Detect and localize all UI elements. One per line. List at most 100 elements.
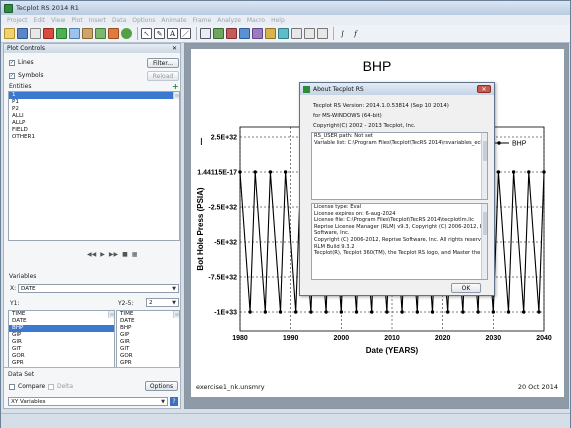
scrollbar-thumb[interactable] (483, 141, 487, 161)
y1-variable-item[interactable]: GOR (9, 353, 114, 360)
save-icon[interactable] (17, 28, 28, 39)
series-point-bhp[interactable] (430, 310, 435, 314)
lines-checkbox[interactable]: ✓ (9, 59, 15, 66)
y25-count-select[interactable]: 2 ▼ (146, 298, 179, 307)
y25-variable-item[interactable]: GIP (117, 332, 179, 339)
entity-item[interactable]: 1 (9, 92, 179, 99)
scrollbar-thumb[interactable] (110, 313, 114, 316)
entity-item[interactable]: FIELD (9, 127, 179, 134)
y25-variable-item[interactable]: GIR (117, 339, 179, 346)
grid-plot-icon[interactable] (239, 28, 250, 39)
series-point-bhp[interactable] (283, 170, 288, 174)
series-point-bhp[interactable] (446, 310, 450, 314)
series-point-bhp[interactable] (309, 310, 313, 314)
y25-variable-item[interactable]: BHP (117, 325, 179, 332)
scrollbar-thumb[interactable] (175, 313, 179, 316)
open-folder-icon[interactable] (4, 28, 15, 39)
ok-button[interactable]: OK (451, 283, 481, 293)
line-tool-icon[interactable]: ／ (180, 28, 191, 39)
layout-icon[interactable] (304, 28, 315, 39)
bar-chart-icon[interactable] (265, 28, 276, 39)
menu-item-help[interactable]: Help (271, 17, 285, 24)
series-point-bhp[interactable] (385, 310, 389, 314)
y1-variable-item[interactable]: GIP (9, 332, 114, 339)
3d-plot-icon[interactable] (278, 28, 289, 39)
ternary-plot-icon[interactable] (252, 28, 263, 39)
compare-checkbox[interactable] (9, 383, 15, 390)
menu-item-analyze[interactable]: Analyze (217, 17, 241, 24)
scrollbar-thumb[interactable] (175, 94, 179, 97)
series-point-bhp[interactable] (238, 170, 242, 174)
y1-variable-item[interactable]: DATE (9, 318, 114, 325)
y1-variable-item[interactable]: GIT (9, 346, 114, 353)
scrollbar[interactable] (108, 311, 114, 318)
scrollbar-thumb[interactable] (483, 212, 487, 235)
symbols-checkbox[interactable]: ✓ (9, 72, 15, 79)
y25-variable-item[interactable]: GIT (117, 346, 179, 353)
refresh-icon[interactable] (56, 28, 67, 39)
pen-icon[interactable]: ✎ (154, 28, 165, 39)
series-point-bhp[interactable] (263, 310, 267, 314)
series-point-bhp[interactable] (496, 170, 501, 174)
y25-variable-item[interactable]: GPR (117, 360, 179, 367)
filter-button[interactable]: Filter... (147, 58, 179, 68)
menu-item-project[interactable]: Project (7, 17, 28, 24)
translate-icon[interactable] (82, 28, 93, 39)
play-icon[interactable]: ▶ (100, 251, 105, 258)
close-icon[interactable]: ✕ (172, 45, 177, 52)
y25-variable-item[interactable]: DATE (117, 318, 179, 325)
zoom-icon[interactable] (69, 28, 80, 39)
entity-item[interactable]: OTHER1 (9, 134, 179, 141)
delta-checkbox[interactable] (48, 383, 54, 390)
export-icon[interactable]: ▦ (132, 251, 138, 258)
y25-variable-item[interactable]: TIME (117, 311, 179, 318)
add-icon[interactable]: + (172, 82, 179, 91)
scrollbar[interactable] (173, 92, 179, 99)
series-point-bhp[interactable] (506, 310, 511, 314)
menu-item-animate[interactable]: Animate (161, 17, 186, 24)
series-point-bhp[interactable] (294, 310, 298, 314)
options-button[interactable]: Options (145, 381, 178, 391)
series-point-bhp[interactable] (354, 310, 359, 314)
xy-plot-icon[interactable] (213, 28, 224, 39)
entity-item[interactable]: ALLP (9, 120, 179, 127)
mode-select[interactable]: XY Variables ▼ (8, 397, 168, 406)
table-icon[interactable] (291, 28, 302, 39)
frame-icon[interactable] (200, 28, 211, 39)
series-point-bhp[interactable] (253, 170, 257, 174)
series-point-bhp[interactable] (278, 310, 283, 314)
y1-variable-item[interactable]: BHP (9, 325, 114, 332)
menu-item-edit[interactable]: Edit (34, 17, 46, 24)
print-icon[interactable] (30, 28, 41, 39)
entity-item[interactable]: P2 (9, 106, 179, 113)
series-point-bhp[interactable] (268, 170, 273, 174)
series-point-bhp[interactable] (324, 310, 328, 314)
reload-button[interactable]: Reload (147, 71, 179, 81)
series-point-bhp[interactable] (339, 310, 343, 314)
menu-item-data[interactable]: Data (112, 17, 126, 24)
series-point-bhp[interactable] (537, 310, 541, 314)
series-point-bhp[interactable] (522, 310, 526, 314)
scrollbar[interactable] (481, 204, 487, 279)
scrollbar[interactable] (173, 311, 179, 318)
settings-icon[interactable] (317, 28, 328, 39)
select-pointer-icon[interactable]: ↖ (141, 28, 152, 39)
stop-icon[interactable]: ■ (122, 251, 128, 258)
entity-item[interactable]: ALLI (9, 113, 179, 120)
scrollbar[interactable] (481, 133, 487, 199)
y1-variable-item[interactable]: TIME (9, 311, 114, 318)
menu-item-options[interactable]: Options (132, 17, 155, 24)
play-icon[interactable] (121, 28, 132, 39)
entity-item[interactable]: P1 (9, 99, 179, 106)
menu-item-macro[interactable]: Macro (247, 17, 265, 24)
integral-icon[interactable]: ∫ (337, 28, 348, 39)
probe-icon[interactable] (95, 28, 106, 39)
series-point-bhp[interactable] (370, 310, 374, 314)
series-point-bhp[interactable] (248, 310, 252, 314)
series-point-bhp[interactable] (400, 310, 404, 314)
polar-plot-icon[interactable] (226, 28, 237, 39)
y1-variable-item[interactable]: GIR (9, 339, 114, 346)
menu-item-plot[interactable]: Plot (71, 17, 82, 24)
y1-variable-item[interactable]: GPR (9, 360, 114, 367)
series-point-bhp[interactable] (415, 310, 419, 314)
